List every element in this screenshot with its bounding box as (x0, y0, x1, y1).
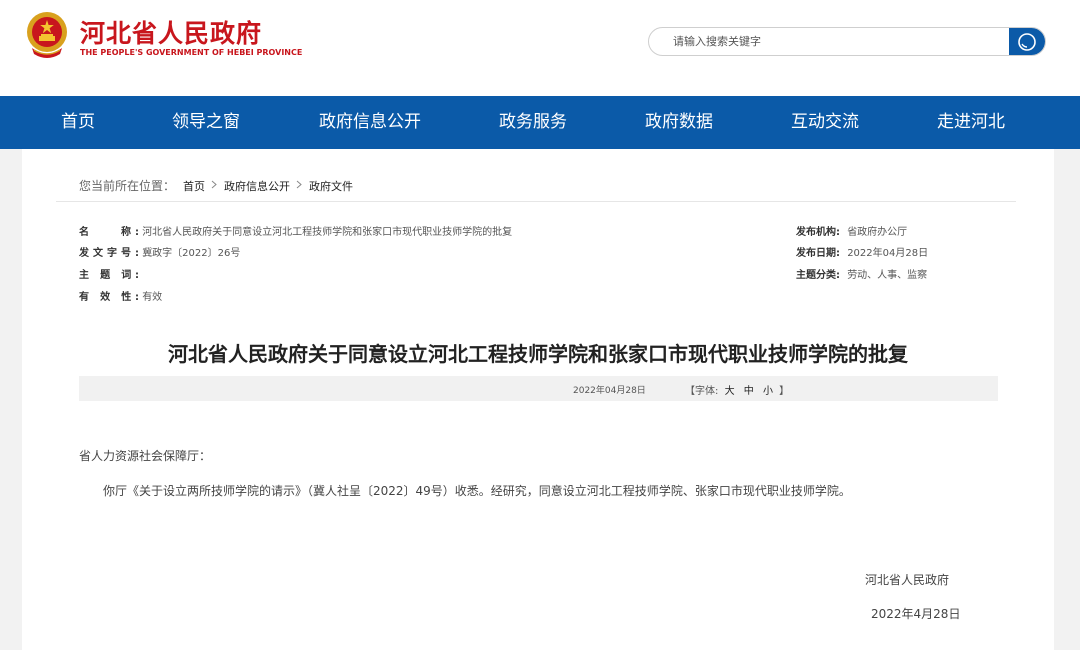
font-size-prefix: 【字体: (685, 386, 719, 397)
content-panel: 您当前所在位置： 首页 政府信息公开 政府文件 名 称: 河北省人民政府关于同意… (22, 149, 1054, 650)
meta-publisher-row: 发布机构: 省政府办公厅 (796, 223, 907, 238)
font-large-button[interactable]: 大 (725, 386, 735, 397)
font-size-control: 【字体: 大 中 小 】 (685, 382, 789, 397)
breadcrumb-prefix: 您当前所在位置： (79, 179, 176, 193)
main-nav: 首页 领导之窗 政府信息公开 政务服务 政府数据 互动交流 走进河北 (0, 96, 1080, 149)
signature-date: 2022年4月28日 (871, 607, 961, 621)
meta-docno-label: 发文字号: (79, 248, 139, 259)
breadcrumb-link-gov-docs[interactable]: 政府文件 (309, 178, 353, 194)
search-box (648, 27, 1046, 56)
nav-item-leaders[interactable]: 领导之窗 (172, 96, 240, 149)
meta-publisher-label: 发布机构: (796, 227, 840, 238)
meta-date-row: 发布日期: 2022年04月28日 (796, 244, 928, 259)
search-input[interactable] (649, 28, 1011, 55)
breadcrumb: 您当前所在位置： 首页 政府信息公开 政府文件 (79, 177, 353, 194)
meta-publisher-value: 省政府办公厅 (847, 227, 908, 238)
site-header: 河北省人民政府 THE PEOPLE'S GOVERNMENT OF HEBEI… (0, 0, 1080, 96)
breadcrumb-link-home[interactable]: 首页 (183, 178, 205, 194)
meta-category-value: 劳动、人事、监察 (847, 270, 928, 281)
nav-item-gov-info[interactable]: 政府信息公开 (319, 96, 421, 149)
site-subtitle: THE PEOPLE'S GOVERNMENT OF HEBEI PROVINC… (80, 48, 303, 57)
site-title[interactable]: 河北省人民政府 (80, 14, 262, 50)
meta-name-value: 河北省人民政府关于同意设立河北工程技师学院和张家口市现代职业技师学院的批复 (142, 227, 513, 238)
meta-name-row: 名 称: 河北省人民政府关于同意设立河北工程技师学院和张家口市现代职业技师学院的… (79, 223, 512, 238)
meta-docno-value: 冀政字〔2022〕26号 (142, 248, 241, 259)
breadcrumb-link-gov-info[interactable]: 政府信息公开 (224, 178, 290, 194)
article-body: 你厅《关于设立两所技师学院的请示》（冀人社呈〔2022〕49号）收悉。经研究，同… (103, 484, 851, 498)
meta-subject-label: 主 题 词: (79, 270, 139, 281)
nav-item-data[interactable]: 政府数据 (645, 96, 713, 149)
font-size-suffix: 】 (779, 386, 790, 397)
meta-date-value: 2022年04月28日 (847, 248, 929, 259)
article-info-bar: 2022年04月28日 【字体: 大 中 小 】 (79, 376, 998, 401)
meta-validity-label: 有 效 性: (79, 292, 139, 303)
meta-date-label: 发布日期: (796, 248, 840, 259)
nav-item-interaction[interactable]: 互动交流 (791, 96, 859, 149)
nav-item-services[interactable]: 政务服务 (499, 96, 567, 149)
breadcrumb-divider (56, 201, 1016, 202)
meta-subject-row: 主 题 词: (79, 266, 139, 281)
chevron-right-icon (211, 179, 218, 192)
document-title: 河北省人民政府关于同意设立河北工程技师学院和张家口市现代职业技师学院的批复 (168, 342, 908, 366)
nav-item-about-hebei[interactable]: 走进河北 (937, 96, 1005, 149)
national-emblem-icon[interactable] (24, 10, 70, 60)
meta-validity-row: 有 效 性: 有效 (79, 288, 162, 303)
article-recipient: 省人力资源社会保障厅： (79, 449, 212, 463)
search-icon (1018, 32, 1036, 51)
nav-item-home[interactable]: 首页 (61, 96, 95, 149)
font-medium-button[interactable]: 中 (744, 386, 754, 397)
search-button[interactable] (1009, 28, 1045, 55)
article-date: 2022年04月28日 (573, 386, 646, 396)
signature-org: 河北省人民政府 (865, 573, 950, 587)
chevron-right-icon (296, 179, 303, 192)
meta-category-row: 主题分类: 劳动、人事、监察 (796, 266, 927, 281)
meta-category-label: 主题分类: (796, 270, 840, 281)
meta-docno-row: 发文字号: 冀政字〔2022〕26号 (79, 244, 240, 259)
font-small-button[interactable]: 小 (763, 386, 773, 397)
meta-name-label: 名 称: (79, 227, 139, 238)
meta-validity-value: 有效 (142, 292, 163, 303)
